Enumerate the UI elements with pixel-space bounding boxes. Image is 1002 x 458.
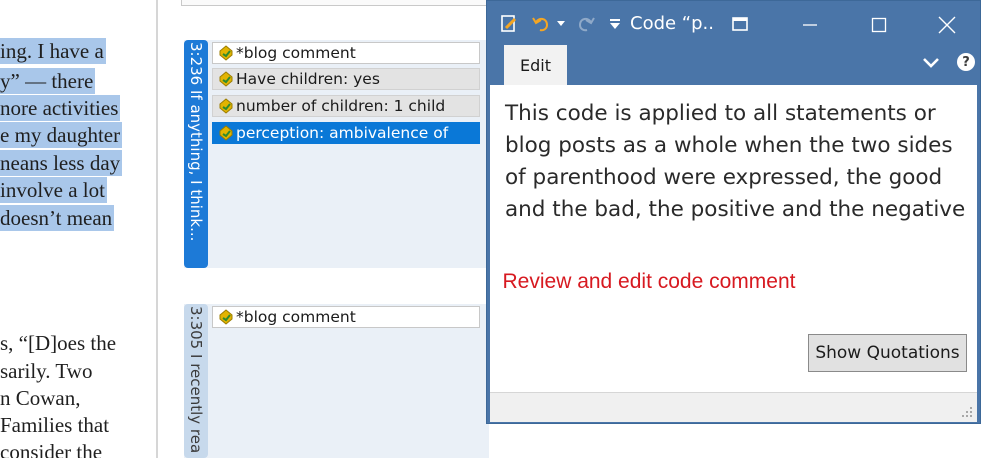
code-tag-icon <box>219 98 233 114</box>
quotation-bar[interactable]: 3:305 I recently rea <box>184 304 208 458</box>
code-comment-window[interactable]: Code “p.. Edit ? This code is applied to… <box>486 0 981 424</box>
code-comment-text[interactable]: This code is applied to all statements o… <box>505 98 975 226</box>
code-item-selected[interactable]: perception: ambivalence of <box>212 122 480 144</box>
code-item[interactable]: number of children: 1 child <box>212 95 480 117</box>
document-text-line: ing. I have a <box>0 38 106 64</box>
comment-editor[interactable]: This code is applied to all statements o… <box>490 85 977 392</box>
document-text-line: sarily. Two <box>0 359 93 383</box>
quotation-label: 3:305 I recently rea <box>187 306 205 454</box>
code-label: Have children: yes <box>236 70 380 88</box>
margin-area: 3:236 If anything, I think... *blog comm… <box>158 0 489 458</box>
code-label: perception: ambivalence of <box>236 124 449 142</box>
code-label: *blog comment <box>236 44 356 62</box>
document-text-line: s, “[D]oes the <box>0 331 117 355</box>
document-text-line: e my daughter <box>0 122 123 148</box>
status-bar <box>490 392 977 422</box>
minimize-button[interactable] <box>787 1 833 49</box>
code-label: number of children: 1 child <box>236 97 446 115</box>
code-item[interactable]: Have children: yes <box>212 68 480 90</box>
show-quotations-button[interactable]: Show Quotations <box>808 334 967 372</box>
chevron-down-icon[interactable] <box>919 53 943 73</box>
maximize-button[interactable] <box>856 1 902 49</box>
window-titlebar[interactable]: Code “p.. <box>487 1 980 49</box>
document-text-line: n Cowan, <box>0 386 81 410</box>
quotation-bar-selected[interactable]: 3:236 If anything, I think... <box>184 40 208 268</box>
tab-edit[interactable]: Edit <box>504 45 567 85</box>
window-title: Code “p.. <box>630 13 714 34</box>
code-item[interactable]: *blog comment <box>212 42 480 64</box>
code-tag-icon <box>219 45 233 61</box>
help-icon[interactable]: ? <box>957 53 975 71</box>
undo-icon[interactable] <box>530 13 552 35</box>
close-icon <box>938 16 956 34</box>
quotation-block[interactable]: 3:305 I recently rea *blog comment <box>184 304 489 458</box>
code-label: *blog comment <box>236 308 356 326</box>
close-button[interactable] <box>924 1 970 49</box>
document-pane: ing. I have a y” — there nore activities… <box>0 0 157 458</box>
quotation-block[interactable]: 3:236 If anything, I think... *blog comm… <box>184 40 489 268</box>
document-text-line: nore activities <box>0 95 121 121</box>
document-text-line: doesn’t mean <box>0 205 115 231</box>
code-tag-icon <box>219 309 233 325</box>
previous-quotation-block <box>181 0 489 6</box>
document-text-line: y” — there <box>0 68 96 94</box>
redo-icon[interactable] <box>575 13 597 35</box>
document-text-line: neans less day <box>0 150 123 176</box>
code-tag-icon <box>219 71 233 87</box>
document-text-line: involve a lot <box>0 177 107 203</box>
quotation-label: 3:236 If anything, I think... <box>187 42 205 242</box>
code-tag-icon <box>219 125 233 141</box>
annotation-label: Review and edit code comment <box>502 270 796 293</box>
window-layout-icon[interactable] <box>729 13 751 35</box>
resize-grip-icon[interactable] <box>959 404 973 418</box>
edit-comment-icon[interactable] <box>498 13 520 35</box>
code-item[interactable]: *blog comment <box>212 306 480 328</box>
undo-dropdown-icon[interactable] <box>554 13 568 35</box>
maximize-icon <box>871 17 887 33</box>
document-text-line: consider the <box>0 440 103 458</box>
minimize-icon <box>803 24 817 26</box>
quick-access-menu-icon[interactable] <box>607 13 623 35</box>
document-text-line: Families that <box>0 413 110 437</box>
